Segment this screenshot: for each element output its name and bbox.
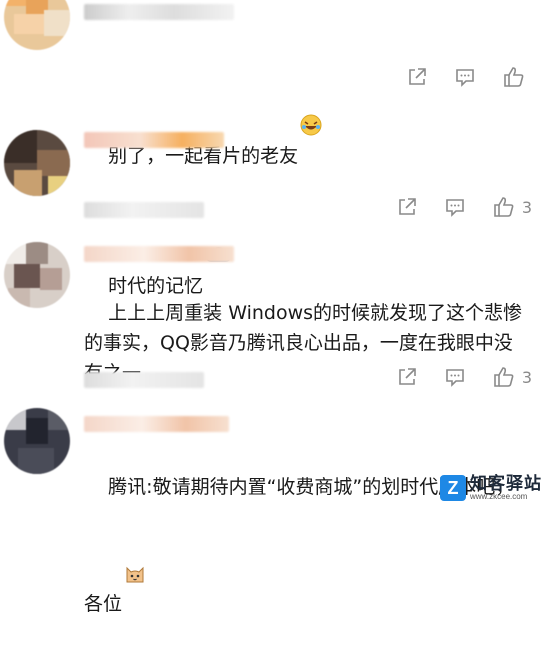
share-button[interactable] xyxy=(406,66,428,88)
share-icon xyxy=(399,368,416,385)
comment-actions: 3 xyxy=(396,196,532,218)
like-count: 3 xyxy=(521,367,532,387)
share-button[interactable] xyxy=(396,196,418,218)
watermark: Z 知客驿站 www.zkcee.com xyxy=(440,475,542,501)
comment-actions: 3 xyxy=(396,366,532,388)
comment-actions xyxy=(406,66,532,88)
cloud-emoji xyxy=(205,184,231,262)
avatar[interactable] xyxy=(4,408,70,474)
like-button[interactable] xyxy=(502,66,532,88)
timestamp-redacted xyxy=(84,202,204,218)
username-redacted xyxy=(84,4,234,20)
reply-button[interactable] xyxy=(444,366,466,388)
username-redacted xyxy=(84,132,224,148)
reply-button[interactable] xyxy=(444,196,466,218)
watermark-title: 知客驿站 xyxy=(470,473,542,494)
laugh-cry-emoji xyxy=(300,54,322,136)
reply-button[interactable] xyxy=(454,66,476,88)
comment-3: 上上上周重装 Windows的时候就发现了这个悲惨的事实，QQ影音乃腾讯良心出品… xyxy=(0,236,548,396)
comment-icon xyxy=(446,199,464,217)
comment-icon xyxy=(446,369,464,387)
timestamp-redacted xyxy=(84,372,204,388)
avatar[interactable] xyxy=(4,0,70,50)
comment-1: 别了，一起看片的老友 xyxy=(0,0,548,167)
comment-text: 腾讯:敬请期待内置“收费商城”的划时代版本吧，各位 xyxy=(84,476,515,615)
watermark-subtitle: www.zkcee.com xyxy=(470,491,528,501)
share-button[interactable] xyxy=(396,366,418,388)
like-button[interactable]: 3 xyxy=(492,196,532,218)
avatar[interactable] xyxy=(4,130,70,196)
thumbs-up-icon xyxy=(494,367,514,387)
share-icon xyxy=(409,68,426,85)
username-redacted xyxy=(84,246,234,262)
share-icon xyxy=(399,198,416,215)
like-count: 3 xyxy=(521,197,532,217)
thumbs-up-icon xyxy=(494,197,514,217)
thumbs-up-icon xyxy=(504,67,524,87)
like-button[interactable]: 3 xyxy=(492,366,532,388)
watermark-logo-icon: Z xyxy=(440,475,466,501)
cat-emoji xyxy=(124,502,146,583)
avatar[interactable] xyxy=(4,242,70,308)
comment-text: 上上上周重装 Windows的时候就发现了这个悲惨的事实，QQ影音乃腾讯良心出品… xyxy=(84,302,523,384)
username-redacted xyxy=(84,416,229,432)
comment-icon xyxy=(456,69,474,87)
comment-2: 时代的记忆 3 xyxy=(0,110,548,297)
